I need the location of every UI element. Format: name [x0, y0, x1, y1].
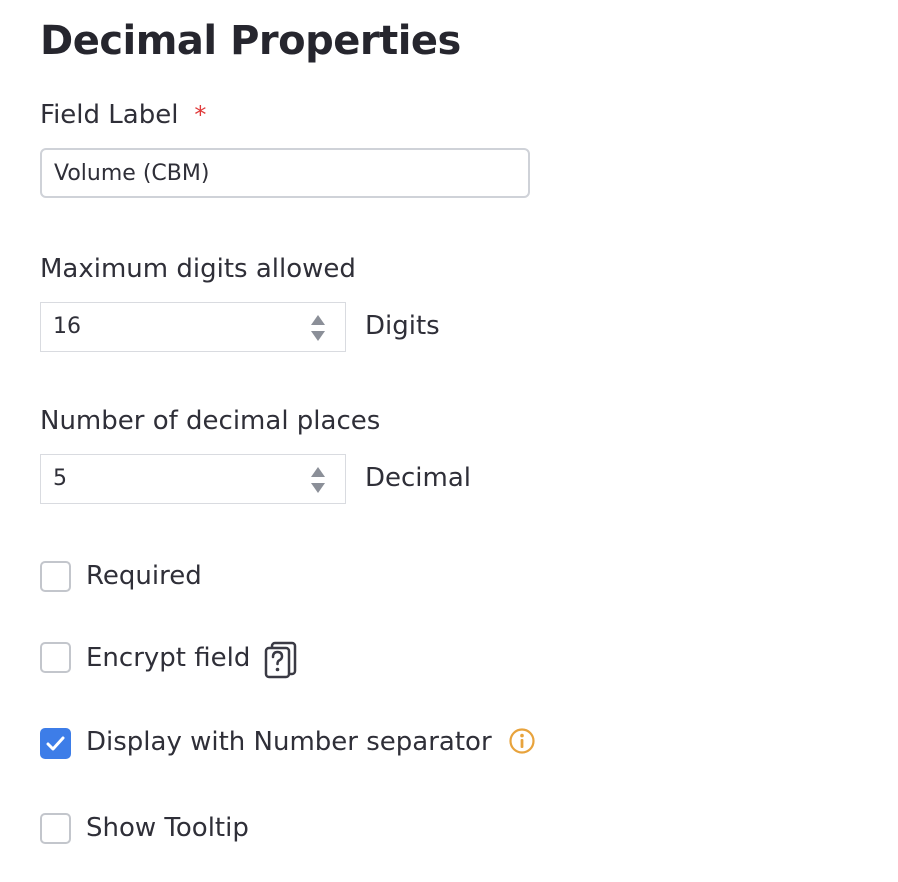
max-digits-unit: Digits: [365, 311, 440, 341]
page-title: Decimal Properties: [40, 18, 461, 64]
encrypt-field-checkbox[interactable]: [40, 642, 71, 673]
show-tooltip-checkbox[interactable]: [40, 813, 71, 844]
spinner-arrows-icon[interactable]: [311, 315, 325, 341]
decimal-places-stepper[interactable]: 5: [40, 454, 346, 504]
required-checkbox[interactable]: [40, 561, 71, 592]
max-digits-label: Maximum digits allowed: [40, 254, 356, 284]
number-separator-label[interactable]: Display with Number separator: [86, 727, 492, 757]
decimal-places-unit: Decimal: [365, 463, 472, 493]
field-label-input[interactable]: [40, 148, 530, 198]
max-digits-stepper[interactable]: 16: [40, 302, 346, 352]
decimal-places-value: 5: [53, 466, 67, 491]
checkmark-icon: [46, 736, 65, 751]
decimal-places-label: Number of decimal places: [40, 406, 381, 436]
field-label-heading: Field Label *: [40, 100, 206, 130]
spinner-arrows-icon[interactable]: [311, 467, 325, 493]
info-icon[interactable]: [508, 727, 536, 755]
required-label[interactable]: Required: [86, 561, 202, 591]
max-digits-value: 16: [53, 314, 81, 339]
number-separator-checkbox[interactable]: [40, 728, 71, 759]
encrypt-help-icon[interactable]: [264, 641, 298, 679]
show-tooltip-label[interactable]: Show Tooltip: [86, 813, 249, 843]
encrypt-field-label[interactable]: Encrypt field: [86, 643, 250, 673]
required-star: *: [194, 101, 207, 129]
field-label-text: Field Label: [40, 100, 179, 130]
